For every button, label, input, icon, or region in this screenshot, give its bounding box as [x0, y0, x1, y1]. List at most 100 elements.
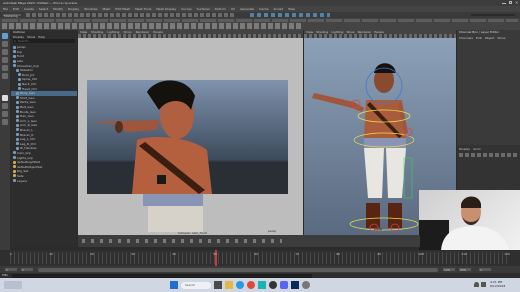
settings-icon[interactable] [302, 281, 310, 289]
close-icon[interactable]: ✕ [515, 1, 518, 5]
menu-create[interactable]: Create [24, 7, 34, 11]
viewport-left[interactable]: View Shading Lighting Show Renderer Pane… [78, 30, 303, 247]
playback-icons[interactable] [82, 239, 282, 243]
tab-display-layers[interactable]: Display [459, 147, 470, 151]
menu-display[interactable]: Display [68, 7, 79, 11]
taskbar-date[interactable]: 6/12/2024 [490, 285, 505, 288]
explorer-icon[interactable] [225, 281, 233, 289]
photoshop-icon[interactable] [291, 281, 299, 289]
taskbar-weather[interactable] [4, 281, 22, 289]
viewport-bottom-bar [78, 235, 420, 247]
tab-show[interactable]: Show [497, 36, 505, 40]
menu-edit-mesh[interactable]: Edit Mesh [115, 7, 130, 11]
viewport-left-hud: persp [268, 230, 277, 233]
outliner-item-label: Arm_L_Geo [20, 118, 37, 123]
menu-surfaces[interactable]: Surfaces [197, 7, 210, 11]
layer-buttons[interactable] [459, 153, 518, 157]
layer-icon [13, 179, 16, 183]
outliner-item-label: Neck_Ctrl [22, 82, 37, 87]
tab-channels[interactable]: Channels [459, 36, 473, 40]
task-view-icon[interactable] [214, 281, 222, 289]
menu-curves[interactable]: Curves [181, 7, 191, 11]
layout-outliner-icon[interactable] [2, 119, 8, 125]
menu-select[interactable]: Select [39, 7, 48, 11]
menu-modify[interactable]: Modify [53, 7, 63, 11]
mesh-icon [16, 110, 19, 114]
taskbar: Search 4:21 PM 6/12/2024 [0, 278, 520, 292]
curve-icon [18, 82, 21, 86]
outliner-list: persp top front side Character_Grp Skele… [11, 45, 77, 183]
layout-two-icon[interactable] [2, 111, 8, 117]
chrome-icon[interactable] [247, 281, 255, 289]
search-field[interactable] [470, 13, 516, 17]
menu-arnold[interactable]: Arnold [273, 7, 283, 11]
maximize-icon[interactable] [509, 1, 512, 4]
taskbar-search[interactable]: Search [181, 281, 211, 289]
menu-mesh[interactable]: Mesh [103, 7, 111, 11]
maya-icon[interactable] [258, 281, 266, 289]
menu-cache[interactable]: Cache [259, 7, 268, 11]
menu-help[interactable]: Help [288, 7, 295, 11]
viewport-left-iconbar[interactable] [78, 34, 303, 38]
outliner-item-label: IK_Handles [20, 146, 37, 151]
command-line-label: MEL [2, 274, 9, 277]
status-icons[interactable] [26, 13, 236, 17]
lasso-tool-icon[interactable] [2, 41, 8, 47]
volume-icon[interactable] [481, 282, 486, 287]
command-input[interactable] [12, 273, 312, 278]
tab-anim-layers[interactable]: Anim [473, 147, 481, 151]
outliner-item-label: Shirt_Geo [20, 95, 35, 100]
tick-label: 60 [254, 252, 259, 256]
webcam-overlay [419, 190, 520, 250]
current-frame-field[interactable]: 1 [478, 267, 492, 272]
range-start-field[interactable]: 1 [4, 267, 18, 272]
window-controls[interactable]: ✕ [498, 1, 518, 5]
wifi-icon[interactable] [474, 282, 479, 287]
current-end-field[interactable]: 120 [442, 267, 456, 272]
menu-file[interactable]: File [3, 7, 8, 11]
outliner-item-label: Leg_L_Ctrl [20, 137, 36, 142]
minimize-icon[interactable] [502, 3, 506, 4]
menu-mesh-display[interactable]: Mesh Display [156, 7, 176, 11]
scale-tool-icon[interactable] [2, 73, 8, 79]
select-tool-icon[interactable] [2, 33, 8, 39]
tick-label: 50 [213, 252, 217, 256]
tab-edit[interactable]: Edit [476, 36, 482, 40]
outliner-title: Outliner [13, 31, 26, 34]
mesh-icon [16, 105, 19, 109]
edge-icon[interactable] [236, 281, 244, 289]
start-icon[interactable] [170, 281, 178, 289]
menu-windows[interactable]: Windows [84, 7, 97, 11]
taskbar-clock[interactable]: 4:21 PM [490, 281, 502, 284]
camera-icon [13, 59, 16, 63]
current-start-field[interactable]: 1 [20, 267, 34, 272]
discord-icon[interactable] [280, 281, 288, 289]
workspace-dropdown[interactable]: Modeling [2, 13, 22, 17]
time-slider[interactable]: 1 10 20 30 40 50 60 70 80 90 100 110 120 [0, 250, 520, 266]
move-tool-icon[interactable] [2, 57, 8, 63]
layout-four-icon[interactable] [2, 103, 8, 109]
menu-uv[interactable]: UV [231, 7, 235, 11]
select-mode-icons[interactable] [250, 13, 330, 17]
outliner-item-label: Leg_R_Ctrl [20, 141, 36, 146]
obs-icon[interactable] [269, 281, 277, 289]
menu-deform[interactable]: Deform [215, 7, 226, 11]
range-bar[interactable] [38, 267, 438, 272]
range-slider: 1 1 120 200 1 [0, 266, 520, 273]
outliner-item[interactable]: Layers [11, 178, 77, 183]
system-tray: 4:21 PM 6/12/2024 [470, 280, 518, 290]
tab-object[interactable]: Object [485, 36, 495, 40]
tick-label: 100 [418, 252, 424, 256]
outliner-item-label: Body_Geo [20, 91, 36, 96]
outliner-item-label: Bracer_R [20, 132, 34, 137]
paint-tool-icon[interactable] [2, 49, 8, 55]
shelf-tabs[interactable] [2, 19, 518, 22]
menu-mesh-tools[interactable]: Mesh Tools [135, 7, 151, 11]
menu-edit[interactable]: Edit [13, 7, 19, 11]
range-end-field[interactable]: 200 [458, 267, 472, 272]
outliner-search[interactable]: ⌕ Search... [13, 39, 75, 43]
layout-single-icon[interactable] [2, 95, 8, 101]
rotate-tool-icon[interactable] [2, 65, 8, 71]
menu-generate[interactable]: Generate [240, 7, 254, 11]
shelf-icons[interactable] [2, 23, 302, 29]
